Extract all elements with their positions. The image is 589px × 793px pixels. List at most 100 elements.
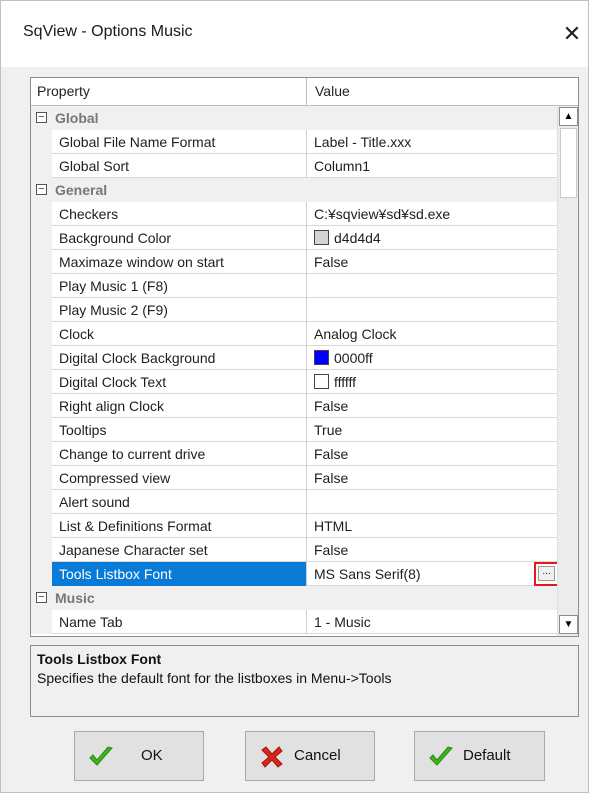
property-row[interactable]: Global File Name Format Label - Title.xxx xyxy=(31,130,557,154)
property-value-cell[interactable] xyxy=(307,490,557,514)
property-name-cell[interactable]: Right align Clock xyxy=(52,394,306,418)
scroll-thumb[interactable] xyxy=(560,128,577,198)
property-value-cell[interactable]: C:¥sqview¥sd¥sd.exe xyxy=(307,202,557,226)
property-name: Global Sort xyxy=(59,158,130,174)
category-label: General xyxy=(55,182,108,198)
property-name: Global File Name Format xyxy=(59,134,216,150)
property-row[interactable]: Compressed view False xyxy=(31,466,557,490)
cross-icon xyxy=(261,746,283,768)
description-title: Tools Listbox Font xyxy=(37,651,162,667)
property-row[interactable]: Maximaze window on start False xyxy=(31,250,557,274)
property-row[interactable]: Global Sort Column1 xyxy=(31,154,557,178)
property-row[interactable]: Name Tab 1 - Music xyxy=(31,610,557,634)
vertical-scrollbar[interactable]: ▲ ▼ xyxy=(557,106,578,636)
property-name-cell[interactable]: Tooltips xyxy=(52,418,306,442)
property-row[interactable]: Clock Analog Clock xyxy=(31,322,557,346)
property-name-cell[interactable]: List & Definitions Format xyxy=(52,514,306,538)
property-row[interactable]: Checkers C:¥sqview¥sd¥sd.exe xyxy=(31,202,557,226)
property-name-cell[interactable]: Clock xyxy=(52,322,306,346)
category-label: Global xyxy=(55,110,99,126)
property-row[interactable]: List & Definitions Format HTML xyxy=(31,514,557,538)
row-gutter xyxy=(31,418,52,442)
property-value-cell[interactable] xyxy=(307,298,557,322)
row-gutter xyxy=(31,490,52,514)
property-name-cell[interactable]: Play Music 2 (F9) xyxy=(52,298,306,322)
property-value-cell[interactable]: HTML xyxy=(307,514,557,538)
property-name-cell[interactable]: Change to current drive xyxy=(52,442,306,466)
property-name: Tooltips xyxy=(59,422,107,438)
property-row[interactable]: Right align Clock False xyxy=(31,394,557,418)
property-name-cell[interactable]: Global Sort xyxy=(52,154,306,178)
property-value-cell[interactable]: MS Sans Serif(8)... xyxy=(307,562,557,586)
property-value-cell[interactable]: 0000ff xyxy=(307,346,557,370)
property-value-cell[interactable]: False xyxy=(307,442,557,466)
property-value: 1 - Music xyxy=(314,614,371,630)
property-value-cell[interactable]: False xyxy=(307,466,557,490)
property-name: Play Music 1 (F8) xyxy=(59,278,168,294)
property-value: 0000ff xyxy=(334,350,373,366)
property-name-cell[interactable]: Play Music 1 (F8) xyxy=(52,274,306,298)
property-name: Clock xyxy=(59,326,95,342)
property-name: Play Music 2 (F9) xyxy=(59,302,168,318)
property-row[interactable]: Alert sound xyxy=(31,490,557,514)
row-gutter xyxy=(31,370,52,394)
property-row[interactable]: Digital Clock Background 0000ff xyxy=(31,346,557,370)
title-bar: SqView - Options Music ✕ xyxy=(1,1,588,67)
value-column-header[interactable]: Value xyxy=(315,83,350,99)
property-name-cell[interactable]: Checkers xyxy=(52,202,306,226)
property-column-header[interactable]: Property xyxy=(37,83,90,99)
property-value-cell[interactable]: True xyxy=(307,418,557,442)
property-value-cell[interactable]: Column1 xyxy=(307,154,557,178)
property-value-cell[interactable]: False xyxy=(307,538,557,562)
row-gutter xyxy=(31,130,52,154)
property-name-cell[interactable]: Tools Listbox Font xyxy=(52,562,306,586)
property-name: Japanese Character set xyxy=(59,542,208,558)
property-value-cell[interactable]: Label - Title.xxx xyxy=(307,130,557,154)
close-icon[interactable]: ✕ xyxy=(555,17,589,51)
scroll-up-icon[interactable]: ▲ xyxy=(559,107,578,126)
property-value-cell[interactable]: 1 - Music xyxy=(307,610,557,634)
property-value-cell[interactable] xyxy=(307,274,557,298)
collapse-icon[interactable]: − xyxy=(36,592,47,603)
cancel-button[interactable]: Cancel xyxy=(245,731,375,781)
description-text: Specifies the default font for the listb… xyxy=(37,670,392,686)
category-row[interactable]: − Music xyxy=(31,586,557,610)
property-name-cell[interactable]: Alert sound xyxy=(52,490,306,514)
property-name-cell[interactable]: Background Color xyxy=(52,226,306,250)
property-name: Maximaze window on start xyxy=(59,254,224,270)
property-name-cell[interactable]: Name Tab xyxy=(52,610,306,634)
property-name-cell[interactable]: Global File Name Format xyxy=(52,130,306,154)
default-button[interactable]: Default xyxy=(414,731,545,781)
property-name-cell[interactable]: Digital Clock Text xyxy=(52,370,306,394)
options-dialog: SqView - Options Music ✕ Property Value … xyxy=(0,0,589,793)
property-name: Digital Clock Text xyxy=(59,374,167,390)
property-row[interactable]: Japanese Character set False xyxy=(31,538,557,562)
property-value: Label - Title.xxx xyxy=(314,134,412,150)
property-value-cell[interactable]: d4d4d4 xyxy=(307,226,557,250)
property-row[interactable]: Digital Clock Text ffffff xyxy=(31,370,557,394)
property-name-cell[interactable]: Maximaze window on start xyxy=(52,250,306,274)
property-value-cell[interactable]: False xyxy=(307,394,557,418)
scroll-down-icon[interactable]: ▼ xyxy=(559,615,578,634)
row-gutter xyxy=(31,610,52,634)
color-swatch xyxy=(314,374,329,389)
property-row[interactable]: Tooltips True xyxy=(31,418,557,442)
property-value-cell[interactable]: Analog Clock xyxy=(307,322,557,346)
property-value-cell[interactable]: False xyxy=(307,250,557,274)
property-row[interactable]: Play Music 1 (F8) xyxy=(31,274,557,298)
category-row[interactable]: − General xyxy=(31,178,557,202)
column-divider[interactable] xyxy=(306,78,307,105)
property-row[interactable]: Play Music 2 (F9) xyxy=(31,298,557,322)
collapse-icon[interactable]: − xyxy=(36,184,47,195)
category-row[interactable]: − Global xyxy=(31,106,557,130)
property-row[interactable]: Background Color d4d4d4 xyxy=(31,226,557,250)
property-name-cell[interactable]: Compressed view xyxy=(52,466,306,490)
property-name-cell[interactable]: Digital Clock Background xyxy=(52,346,306,370)
ok-button[interactable]: OK xyxy=(74,731,204,781)
property-name: Background Color xyxy=(59,230,172,246)
property-row[interactable]: Tools Listbox Font MS Sans Serif(8)... xyxy=(31,562,557,586)
property-value-cell[interactable]: ffffff xyxy=(307,370,557,394)
property-name-cell[interactable]: Japanese Character set xyxy=(52,538,306,562)
collapse-icon[interactable]: − xyxy=(36,112,47,123)
property-row[interactable]: Change to current drive False xyxy=(31,442,557,466)
